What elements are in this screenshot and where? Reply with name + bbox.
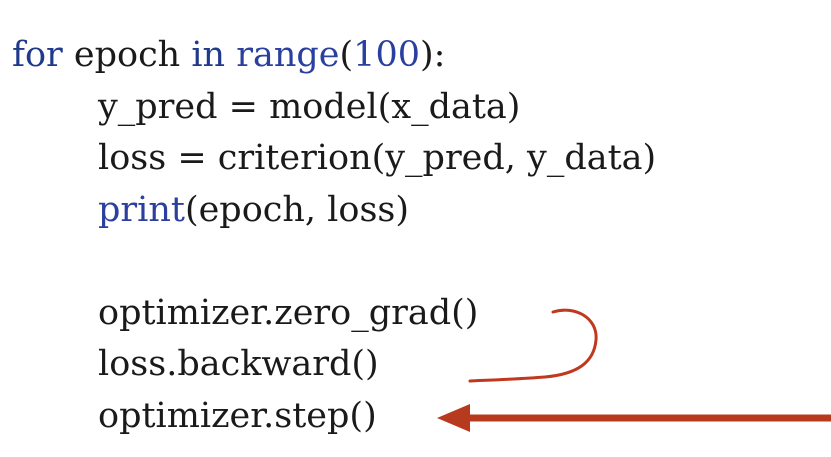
print-args: (epoch, loss) — [184, 189, 410, 230]
code-block: for epoch in range(100): y_pred = model(x… — [12, 30, 656, 442]
code-line-for-loop: for epoch in range(100): — [12, 30, 656, 82]
keyword-in: in — [191, 35, 226, 75]
keyword-for: for — [12, 35, 63, 75]
paren-close-colon: ): — [419, 35, 446, 75]
code-line-step: optimizer.step() — [98, 395, 377, 436]
code-line-print: print(epoch, loss) — [12, 185, 656, 237]
paren-open: ( — [339, 35, 354, 75]
var-epoch: epoch — [62, 35, 192, 75]
builtin-range: range — [236, 35, 340, 75]
code-line-loss: loss = criterion(y_pred, y_data) — [98, 138, 657, 178]
code-line-zero-grad: optimizer.zero_grad() — [98, 292, 479, 333]
slide: for epoch in range(100): y_pred = model(x… — [0, 0, 831, 457]
code-line-y-pred: y_pred = model(x_data) — [98, 86, 521, 127]
code-line-backward: loss.backward() — [98, 344, 379, 384]
number-100: 100 — [353, 35, 420, 75]
builtin-print: print — [98, 189, 185, 230]
